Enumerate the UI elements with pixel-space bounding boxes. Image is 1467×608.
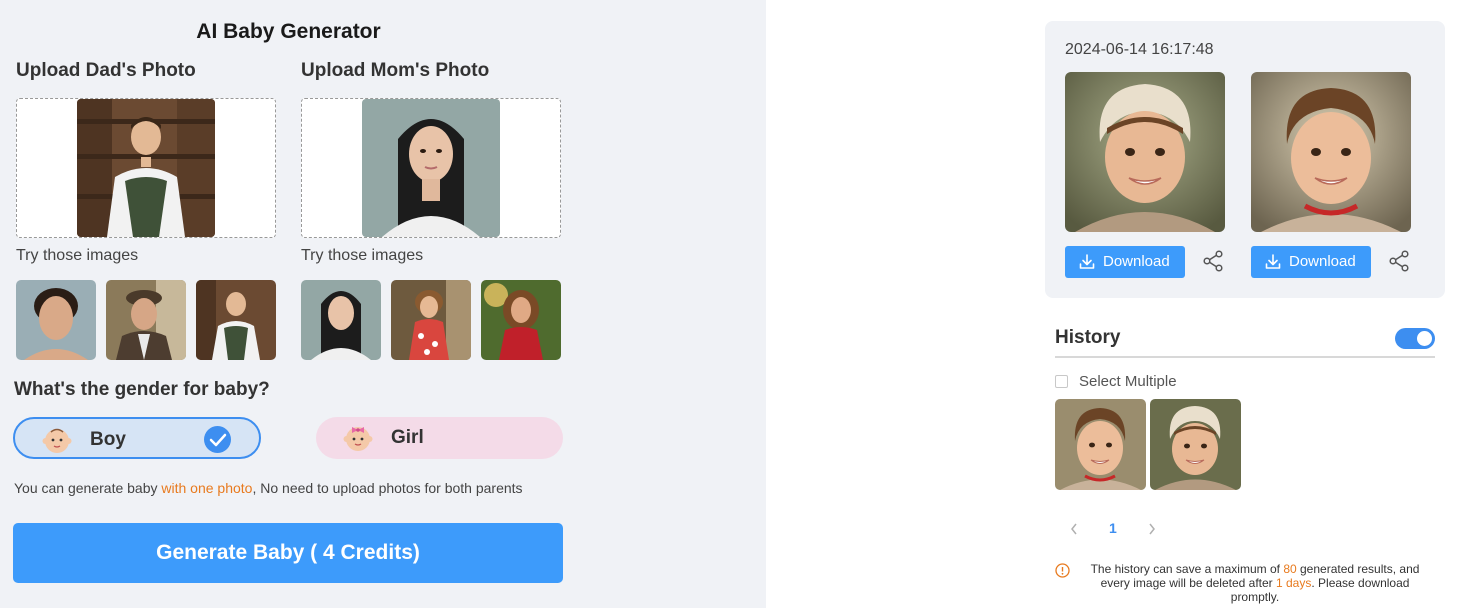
gender-question: What's the gender for baby? xyxy=(14,379,270,400)
history-title: History xyxy=(1055,327,1121,348)
baby-girl-icon xyxy=(343,427,373,451)
history-notice: The history can save a maximum of 80 gen… xyxy=(1075,562,1435,604)
download-icon xyxy=(1079,254,1095,269)
generator-panel: AI Baby Generator Upload Dad's Photo Upl… xyxy=(0,0,766,608)
dad-sample-1[interactable] xyxy=(16,280,96,360)
select-multiple-checkbox[interactable] xyxy=(1055,375,1068,388)
mom-sample-2[interactable] xyxy=(391,280,471,360)
dad-upload-heading: Upload Dad's Photo xyxy=(16,60,196,81)
dad-sample-3[interactable] xyxy=(196,280,276,360)
download-button-1[interactable]: Download xyxy=(1065,246,1185,278)
mom-try-label: Try those images xyxy=(301,247,424,264)
download-button-2[interactable]: Download xyxy=(1251,246,1371,278)
page-title: AI Baby Generator xyxy=(196,20,381,43)
notice-part-1: The history can save a maximum of xyxy=(1090,562,1284,576)
baby-boy-icon xyxy=(42,428,72,453)
select-multiple-label[interactable]: Select Multiple xyxy=(1079,373,1177,390)
share-icon[interactable] xyxy=(1202,250,1224,272)
gender-option-girl[interactable]: Girl xyxy=(316,417,563,459)
mom-sample-1[interactable] xyxy=(301,280,381,360)
pagination-current-page[interactable]: 1 xyxy=(1109,520,1117,536)
download-icon xyxy=(1265,254,1281,269)
mom-upload-box[interactable] xyxy=(301,98,561,238)
dad-upload-box[interactable] xyxy=(16,98,276,238)
result-image-2[interactable] xyxy=(1251,72,1411,232)
gender-option-boy[interactable]: Boy xyxy=(13,417,261,459)
history-thumb-1[interactable] xyxy=(1055,399,1146,490)
mom-sample-3[interactable] xyxy=(481,280,561,360)
gender-boy-label: Boy xyxy=(90,429,126,450)
notice-days: 1 days xyxy=(1276,576,1312,590)
mom-upload-heading: Upload Mom's Photo xyxy=(301,60,490,81)
history-toggle[interactable] xyxy=(1395,328,1435,349)
chevron-left-icon[interactable] xyxy=(1069,522,1079,536)
hint-prefix: You can generate baby xyxy=(14,480,162,496)
gender-girl-label: Girl xyxy=(391,427,424,448)
download-label-1: Download xyxy=(1103,253,1170,270)
dad-try-label: Try those images xyxy=(16,247,139,264)
history-thumb-2[interactable] xyxy=(1150,399,1241,490)
dad-sample-2[interactable] xyxy=(106,280,186,360)
result-card: 2024-06-14 16:17:48 Download Download xyxy=(1045,21,1445,298)
dad-photo xyxy=(77,99,215,237)
result-timestamp: 2024-06-14 16:17:48 xyxy=(1065,41,1214,58)
toggle-knob xyxy=(1417,331,1432,346)
hint-accent: with one photo xyxy=(161,480,253,496)
result-image-1[interactable] xyxy=(1065,72,1225,232)
download-label-2: Download xyxy=(1289,253,1356,270)
one-photo-hint: You can generate baby with one photo, No… xyxy=(14,480,554,496)
share-icon[interactable] xyxy=(1388,250,1410,272)
notice-max: 80 xyxy=(1283,562,1297,576)
generate-baby-button[interactable]: Generate Baby ( 4 Credits) xyxy=(13,523,563,583)
hint-suffix: , No need to upload photos for both pare… xyxy=(252,480,523,496)
history-divider xyxy=(1055,356,1435,358)
check-icon xyxy=(204,426,231,453)
warning-icon xyxy=(1055,563,1070,578)
mom-photo xyxy=(362,99,500,237)
chevron-right-icon[interactable] xyxy=(1147,522,1157,536)
